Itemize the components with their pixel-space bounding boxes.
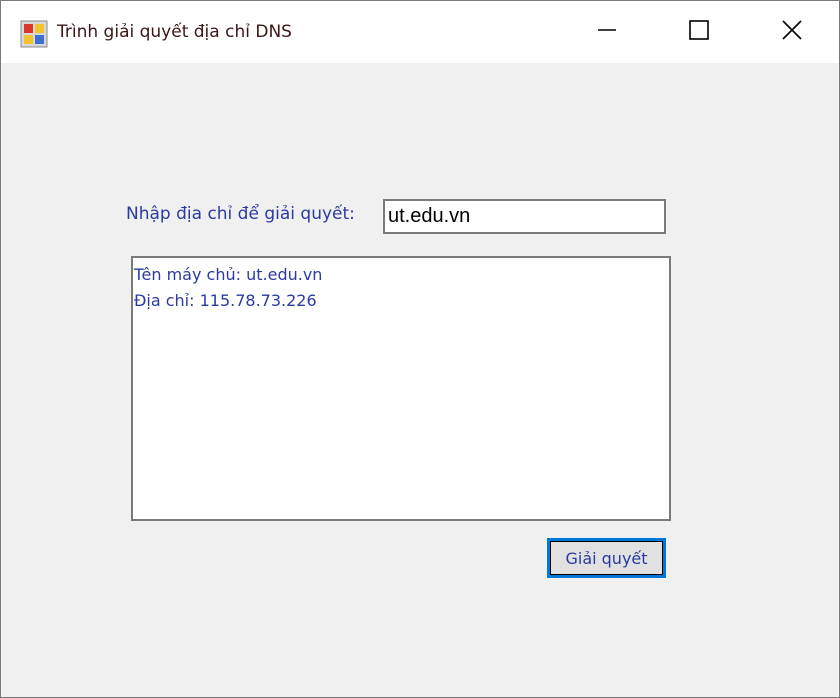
window-title: Trình giải quyết địa chỉ DNS (57, 22, 292, 42)
maximize-icon (689, 20, 709, 44)
app-window: Trình giải quyết địa chỉ DNS Nhập địa ch… (0, 0, 840, 698)
close-button[interactable] (746, 1, 838, 63)
minimize-button[interactable] (561, 1, 653, 63)
close-icon (781, 19, 803, 45)
result-textbox[interactable]: Tên máy chủ: ut.edu.vn Địa chỉ: 115.78.7… (131, 256, 671, 521)
result-line-address: Địa chỉ: 115.78.73.226 (134, 291, 317, 310)
result-line-hostname: Tên máy chủ: ut.edu.vn (134, 265, 323, 284)
minimize-icon (597, 20, 617, 44)
maximize-button[interactable] (653, 1, 745, 63)
address-input[interactable] (383, 199, 666, 234)
address-prompt-label: Nhập địa chỉ để giải quyết: (126, 204, 355, 224)
title-bar[interactable]: Trình giải quyết địa chỉ DNS (1, 1, 839, 63)
resolve-button-label: Giải quyết (565, 548, 648, 568)
resolve-button[interactable]: Giải quyết (547, 538, 666, 578)
client-area: Nhập địa chỉ để giải quyết: Tên máy chủ:… (1, 63, 839, 697)
app-window-icon (20, 20, 48, 48)
